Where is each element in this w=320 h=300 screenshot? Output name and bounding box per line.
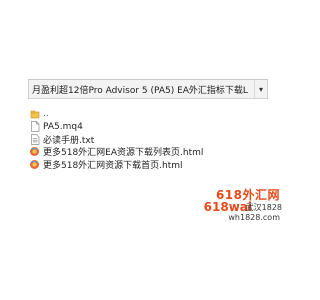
list-item-label: 更多518外汇网资源下载首页.html <box>43 160 183 171</box>
list-item-label: 更多518外汇网EA资源下载列表页.html <box>43 148 204 159</box>
list-item-label: 必读手册.txt <box>43 135 95 146</box>
file-icon <box>29 121 40 133</box>
file-list: .. PA5.mq4 必读手册.txt 更多518外汇网EA资源下载列表页.ht… <box>29 108 269 171</box>
address-bar[interactable]: 月盈利超12倍Pro Advisor 5 (PA5) EA外汇指标下载L ▾ <box>28 79 268 99</box>
list-item-parent[interactable]: .. <box>29 108 269 121</box>
watermark-line2-suffix: 武汉1828 <box>245 203 282 212</box>
text-file-icon <box>29 133 40 145</box>
list-item[interactable]: 更多518外汇网EA资源下载列表页.html <box>29 146 269 159</box>
html-file-icon <box>29 159 40 170</box>
html-file-icon <box>29 146 40 157</box>
list-item[interactable]: 更多518外汇网资源下载首页.html <box>29 158 269 171</box>
chevron-down-icon[interactable]: ▾ <box>254 80 267 98</box>
watermark-line3: wh1828.com <box>228 213 280 222</box>
list-item-label: .. <box>43 109 49 120</box>
list-item-label: PA5.mq4 <box>43 121 83 132</box>
folder-up-icon <box>29 109 40 120</box>
address-path[interactable]: 月盈利超12倍Pro Advisor 5 (PA5) EA外汇指标下载L <box>29 83 254 96</box>
list-item[interactable]: 必读手册.txt <box>29 133 269 146</box>
watermark: 618外汇网 618wai 武汉1828 wh1828.com <box>182 186 282 236</box>
list-item[interactable]: PA5.mq4 <box>29 121 269 134</box>
